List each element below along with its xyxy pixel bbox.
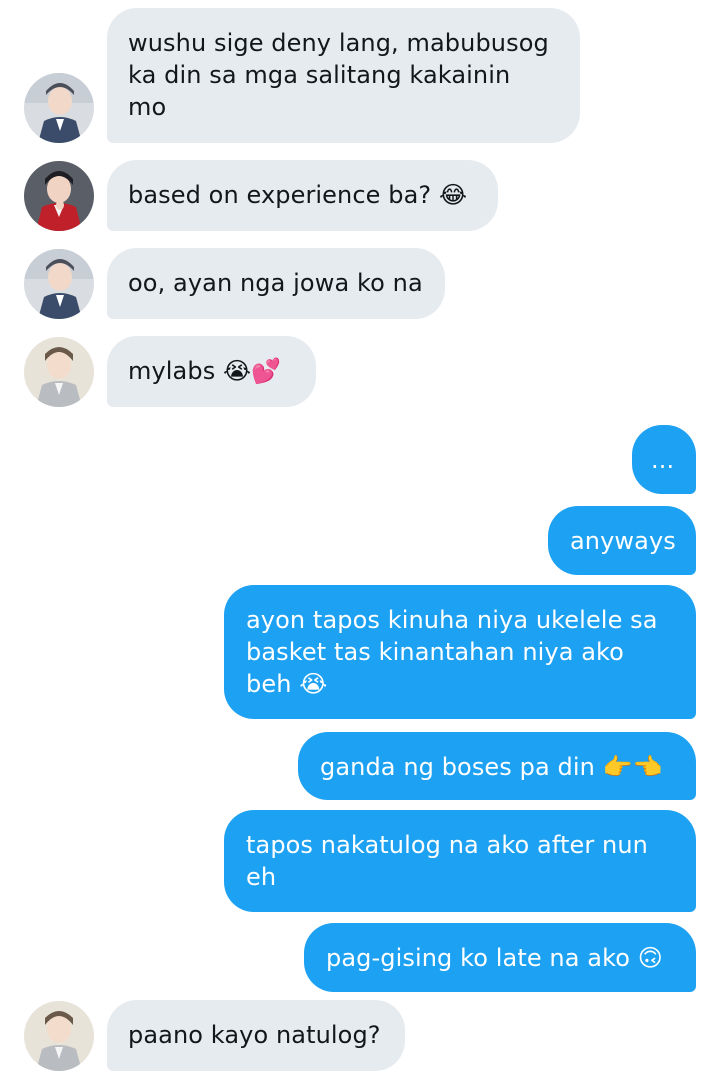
message-bubble[interactable]: ayon tapos kinuha niya ukelele sa basket… <box>224 585 696 719</box>
avatar[interactable] <box>24 73 94 143</box>
avatar[interactable] <box>24 1001 94 1071</box>
chat-thread: wushu sige deny lang, mabubusog ka din s… <box>0 0 720 1080</box>
message-bubble[interactable]: tapos nakatulog na ako after nun eh <box>224 810 696 912</box>
message-bubble[interactable]: ... <box>632 425 696 494</box>
message-bubble[interactable]: mylabs 😭💕 <box>107 336 316 407</box>
message-bubble[interactable]: based on experience ba? 😂 <box>107 160 498 231</box>
message-bubble[interactable]: anyways <box>548 506 696 575</box>
message-bubble[interactable]: wushu sige deny lang, mabubusog ka din s… <box>107 8 580 143</box>
avatar[interactable] <box>24 337 94 407</box>
message-bubble[interactable]: pag-gising ko late na ako 🙃 <box>304 923 696 992</box>
message-bubble[interactable]: paano kayo natulog? <box>107 1000 405 1071</box>
avatar[interactable] <box>24 249 94 319</box>
avatar[interactable] <box>24 161 94 231</box>
message-bubble[interactable]: ganda ng boses pa din 👉👈 <box>298 732 696 800</box>
message-bubble[interactable]: oo, ayan nga jowa ko na <box>107 248 445 319</box>
